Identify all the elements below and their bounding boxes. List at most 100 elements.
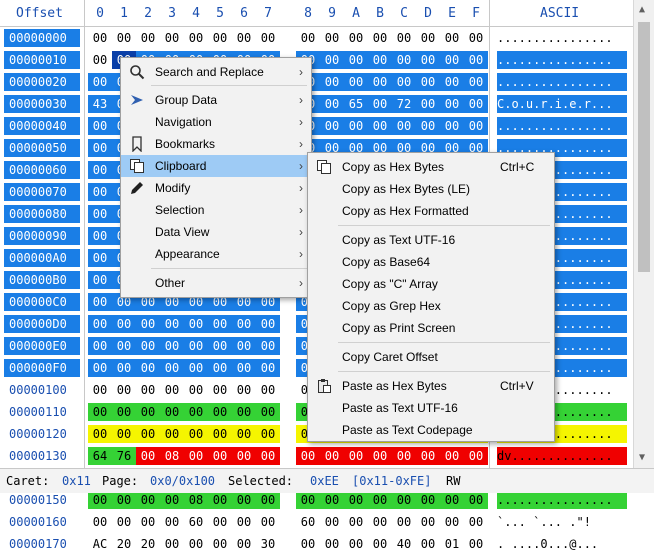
menu-item-modify[interactable]: Modify › (121, 177, 311, 199)
hex-byte[interactable]: 00 (208, 447, 232, 465)
hex-byte[interactable]: 60 (296, 513, 320, 531)
vertical-scrollbar[interactable]: ▲ ▼ (633, 0, 654, 468)
hex-byte[interactable]: 00 (88, 293, 112, 311)
hex-byte[interactable]: 00 (88, 51, 112, 69)
hex-byte[interactable]: 00 (112, 29, 136, 47)
hex-byte[interactable]: 08 (184, 491, 208, 509)
hex-byte[interactable]: 00 (136, 337, 160, 355)
hex-byte[interactable]: 00 (416, 535, 440, 553)
hex-byte[interactable]: 00 (368, 95, 392, 113)
hex-byte[interactable]: 00 (440, 447, 464, 465)
ascii-cell[interactable]: ................ (497, 51, 627, 69)
hex-byte[interactable]: 30 (256, 535, 280, 553)
hex-byte[interactable]: 00 (320, 535, 344, 553)
scroll-up-icon[interactable]: ▲ (639, 4, 645, 15)
hex-byte[interactable]: 00 (256, 403, 280, 421)
table-row[interactable]: 00000000 00 00 00 00 00 00 00 00 00 00 00 00 00 00 00 00… (0, 27, 633, 49)
hex-byte[interactable]: 00 (344, 491, 368, 509)
table-row[interactable]: 0000001000000000000000000000000000000000… (0, 49, 633, 71)
hex-byte[interactable]: 00 (320, 29, 344, 47)
hex-byte[interactable]: 00 (392, 117, 416, 135)
hex-byte[interactable]: 00 (208, 535, 232, 553)
menu-item-copy-hex-bytes-le[interactable]: Copy as Hex Bytes (LE) (308, 178, 554, 200)
hex-byte[interactable]: 00 (392, 73, 416, 91)
hex-byte[interactable]: 00 (256, 359, 280, 377)
hex-byte[interactable]: 00 (296, 491, 320, 509)
hex-byte[interactable]: 00 (160, 403, 184, 421)
hex-byte[interactable]: 00 (208, 513, 232, 531)
hex-byte[interactable]: 00 (136, 491, 160, 509)
ascii-cell[interactable]: ................ (497, 491, 627, 509)
clipboard-submenu[interactable]: Copy as Hex Bytes Ctrl+C Copy as Hex Byt… (307, 152, 555, 442)
hex-byte[interactable]: 00 (256, 425, 280, 443)
table-row[interactable]: 00000160 00 00 00 00 60 00 00 00 60 00 00 00 00 00 00 00… (0, 511, 633, 533)
hex-byte[interactable]: 76 (112, 447, 136, 465)
hex-byte[interactable]: 00 (464, 73, 488, 91)
hex-byte[interactable]: 00 (464, 117, 488, 135)
hex-byte[interactable]: 00 (440, 117, 464, 135)
table-row[interactable]: 00000130 64 76 00 08 00 00 00 00 00 00 00 00 00 00 00 00… (0, 445, 633, 467)
hex-byte[interactable]: 00 (88, 227, 112, 245)
hex-byte[interactable]: 00 (184, 337, 208, 355)
hex-byte[interactable]: 00 (208, 29, 232, 47)
menu-item-search-and-replace[interactable]: Search and Replace › (121, 61, 311, 83)
hex-byte[interactable]: 00 (88, 271, 112, 289)
hex-byte[interactable]: 00 (320, 51, 344, 69)
ascii-cell[interactable]: ................ (497, 29, 627, 47)
hex-byte[interactable]: 00 (416, 51, 440, 69)
hex-byte[interactable]: 00 (112, 315, 136, 333)
hex-byte[interactable]: 00 (344, 447, 368, 465)
hex-byte[interactable]: 00 (88, 425, 112, 443)
hex-byte[interactable]: 00 (344, 29, 368, 47)
hex-byte[interactable]: 00 (368, 535, 392, 553)
hex-byte[interactable]: 60 (184, 513, 208, 531)
scroll-down-icon[interactable]: ▼ (639, 452, 645, 463)
hex-byte[interactable]: 00 (136, 403, 160, 421)
hex-byte[interactable]: 00 (136, 381, 160, 399)
hex-byte[interactable]: 00 (320, 447, 344, 465)
menu-item-clipboard[interactable]: Clipboard › (121, 155, 311, 177)
hex-byte[interactable]: 00 (368, 117, 392, 135)
menu-item-copy-print-screen[interactable]: Copy as Print Screen (308, 317, 554, 339)
hex-byte[interactable]: 20 (136, 535, 160, 553)
hex-byte[interactable]: 00 (208, 403, 232, 421)
hex-byte[interactable]: 00 (88, 337, 112, 355)
hex-byte[interactable]: 00 (232, 447, 256, 465)
hex-byte[interactable]: 00 (136, 425, 160, 443)
hex-byte[interactable]: 00 (88, 205, 112, 223)
hex-byte[interactable]: 00 (88, 161, 112, 179)
hex-byte[interactable]: 00 (320, 513, 344, 531)
hex-byte[interactable]: 00 (440, 29, 464, 47)
menu-item-copy-base64[interactable]: Copy as Base64 (308, 251, 554, 273)
hex-byte[interactable]: 00 (416, 513, 440, 531)
menu-item-selection[interactable]: Selection › (121, 199, 311, 221)
hex-byte[interactable]: 00 (208, 381, 232, 399)
hex-byte[interactable]: 00 (320, 117, 344, 135)
hex-byte[interactable]: 00 (136, 29, 160, 47)
hex-byte[interactable]: 00 (112, 513, 136, 531)
hex-byte[interactable]: 00 (368, 29, 392, 47)
hex-byte[interactable]: 00 (344, 535, 368, 553)
hex-byte[interactable]: 72 (392, 95, 416, 113)
table-row[interactable]: 0000003043000000000000000000650072000000… (0, 93, 633, 115)
hex-byte[interactable]: 00 (232, 403, 256, 421)
hex-byte[interactable]: 00 (464, 491, 488, 509)
ascii-cell[interactable]: ................ (497, 117, 627, 135)
menu-item-copy-caret-offset[interactable]: Copy Caret Offset (308, 346, 554, 368)
hex-byte[interactable]: AC (88, 535, 112, 553)
ascii-cell[interactable]: dv.............. (497, 447, 627, 465)
hex-byte[interactable]: 00 (368, 73, 392, 91)
hex-byte[interactable]: 00 (392, 29, 416, 47)
hex-byte[interactable]: 64 (88, 447, 112, 465)
hex-byte[interactable]: 00 (112, 337, 136, 355)
hex-byte[interactable]: 00 (256, 491, 280, 509)
hex-byte[interactable]: 00 (416, 95, 440, 113)
hex-byte[interactable]: 00 (184, 447, 208, 465)
hex-byte[interactable]: 00 (112, 425, 136, 443)
hex-byte[interactable]: 00 (184, 315, 208, 333)
hex-byte[interactable]: 00 (208, 315, 232, 333)
hex-byte[interactable]: 00 (160, 425, 184, 443)
hex-byte[interactable]: 00 (368, 447, 392, 465)
menu-item-paste-text-codepage[interactable]: Paste as Text Codepage (308, 419, 554, 441)
hex-byte[interactable]: 00 (344, 73, 368, 91)
